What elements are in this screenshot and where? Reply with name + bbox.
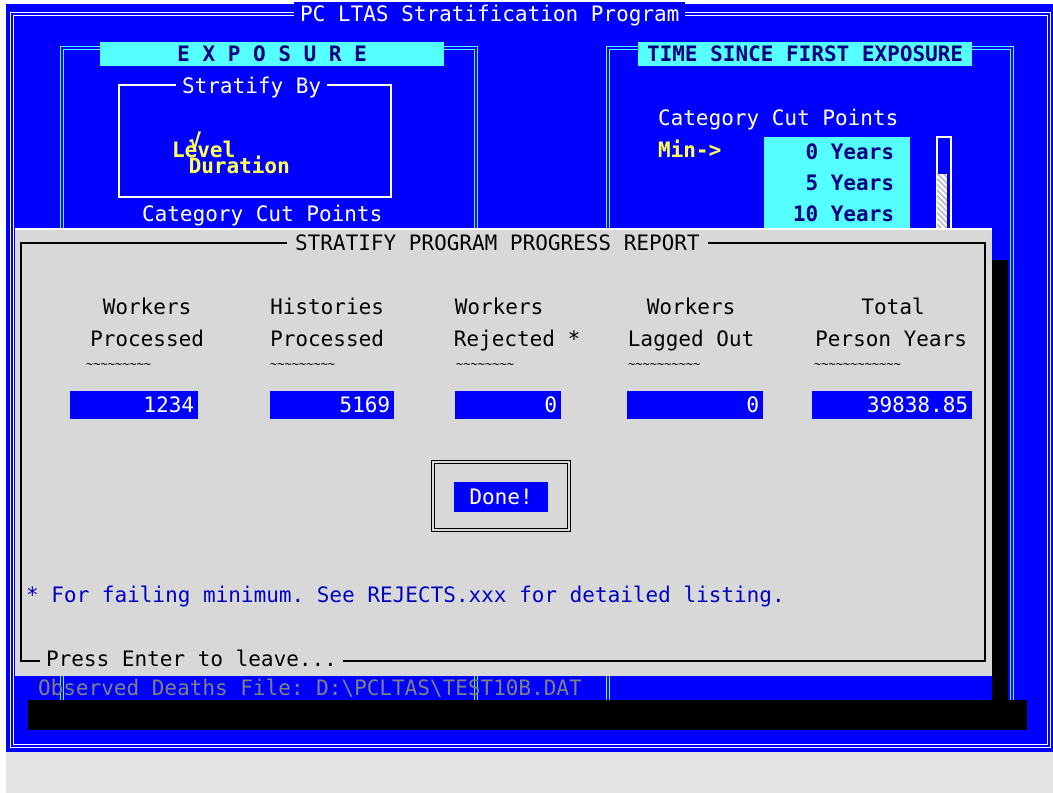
press-enter-hint: Press Enter to leave... bbox=[40, 645, 343, 673]
col-workers-rejected-line2: Rejected * bbox=[453, 327, 581, 351]
col-histories-processed-line2: Processed bbox=[270, 327, 384, 351]
status-strip bbox=[6, 752, 1053, 793]
dialog-title: STRATIFY PROGRAM PROGRESS REPORT bbox=[287, 231, 708, 255]
dialog-border bbox=[20, 242, 22, 660]
dialog-shadow-bottom bbox=[28, 700, 1027, 730]
tsfe-header: TIME SINCE FIRST EXPOSURE bbox=[638, 42, 972, 66]
col-workers-processed-line1: Workers bbox=[102, 295, 192, 319]
col-person-years-line2: Person Years bbox=[815, 327, 967, 351]
option-level[interactable]: Level bbox=[172, 138, 235, 162]
col-person-years-line1: Total bbox=[861, 295, 925, 319]
dialog-shadow-right bbox=[992, 260, 1008, 700]
col-underline: ~~~~~~~~~~~~ bbox=[814, 357, 901, 371]
workers-rejected-value: 0 bbox=[455, 391, 561, 419]
col-underline: ~~~~~~~~~ bbox=[270, 357, 336, 371]
col-workers-lagged-line1: Workers bbox=[646, 295, 736, 319]
col-workers-rejected-line1: Workers bbox=[454, 295, 544, 319]
scrollbar-thumb[interactable] bbox=[937, 174, 947, 234]
workers-lagged-value: 0 bbox=[627, 391, 763, 419]
col-underline: ~~~~~~~~~ bbox=[86, 357, 152, 371]
workers-processed-value: 1234 bbox=[70, 391, 198, 419]
exposure-cut-points-title: Category Cut Points bbox=[142, 202, 383, 226]
done-button[interactable]: Done! bbox=[454, 482, 548, 512]
exposure-header: E X P O S U R E bbox=[100, 42, 444, 66]
cut-point-item[interactable]: 10 Years bbox=[764, 199, 910, 230]
min-label: Min-> bbox=[658, 138, 722, 162]
program-title: PC LTAS Stratification Program bbox=[294, 2, 686, 26]
cut-point-item[interactable]: 5 Years bbox=[764, 168, 910, 199]
col-workers-processed-line2: Processed bbox=[90, 327, 204, 351]
cut-point-item[interactable]: 0 Years bbox=[764, 137, 910, 168]
person-years-value: 39838.85 bbox=[812, 391, 972, 419]
tsfe-cut-points-title: Category Cut Points bbox=[658, 106, 899, 130]
col-workers-lagged-line2: Lagged Out bbox=[627, 327, 755, 351]
stratify-by-title: Stratify By bbox=[176, 74, 328, 98]
col-underline: ~~~~~~~~~~ bbox=[628, 357, 701, 371]
observed-deaths-file: Observed Deaths File: D:\PCLTAS\TEST10B.… bbox=[38, 676, 582, 700]
histories-processed-value: 5169 bbox=[270, 391, 394, 419]
col-histories-processed-line1: Histories bbox=[270, 295, 384, 319]
rejects-footnote: * For failing minimum. See REJECTS.xxx f… bbox=[26, 583, 785, 607]
dialog-border bbox=[984, 242, 986, 660]
col-underline: ~~~~~~~~ bbox=[456, 357, 514, 371]
